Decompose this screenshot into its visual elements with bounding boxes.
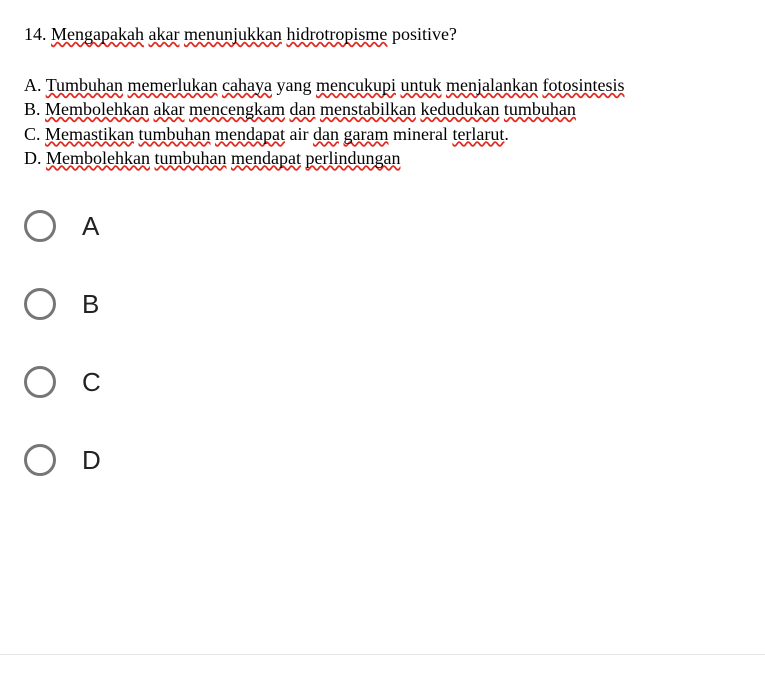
question-number: 14. [24, 24, 47, 44]
radio-icon [24, 288, 56, 320]
option-label: C [82, 367, 101, 398]
radio-options: A B C D [24, 210, 745, 476]
divider [0, 654, 765, 655]
option-b[interactable]: B [24, 288, 745, 320]
answers-block: A. Tumbuhan memerlukan cahaya yang mencu… [24, 73, 745, 170]
answer-d-text: D. Membolehkan tumbuhan mendapat perlind… [24, 146, 745, 170]
answer-c-text: C. Memastikan tumbuhan mendapat air dan … [24, 122, 745, 146]
page: 14. Mengapakah akar menunjukkan hidrotro… [0, 0, 765, 476]
answer-b-text: B. Membolehkan akar mencengkam dan menst… [24, 97, 745, 121]
option-a[interactable]: A [24, 210, 745, 242]
option-label: D [82, 445, 101, 476]
option-d[interactable]: D [24, 444, 745, 476]
answer-a-text: A. Tumbuhan memerlukan cahaya yang mencu… [24, 73, 745, 97]
radio-icon [24, 444, 56, 476]
option-c[interactable]: C [24, 366, 745, 398]
radio-icon [24, 210, 56, 242]
option-label: A [82, 211, 99, 242]
radio-icon [24, 366, 56, 398]
question-text: 14. Mengapakah akar menunjukkan hidrotro… [24, 24, 745, 45]
option-label: B [82, 289, 99, 320]
